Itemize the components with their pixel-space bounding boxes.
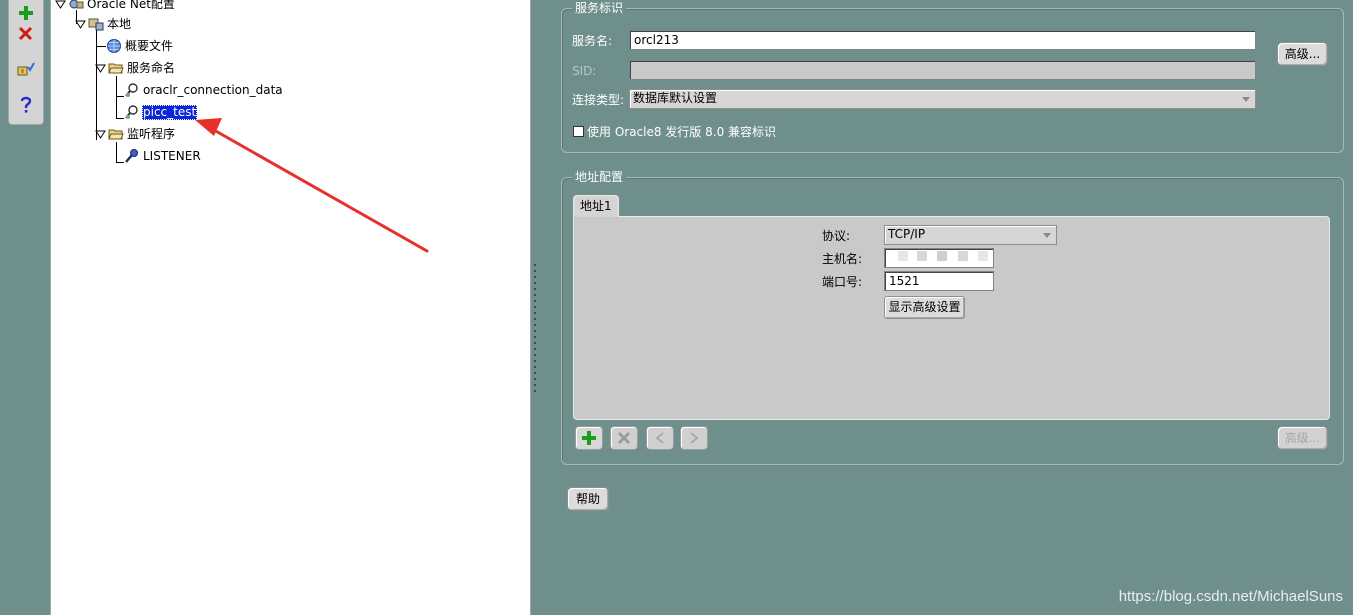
remove-address-button[interactable] — [610, 426, 638, 450]
collapse-toggle-icon[interactable] — [75, 19, 86, 30]
watermark: https://blog.csdn.net/MichaelSuns — [1118, 588, 1343, 605]
redaction-mask — [917, 251, 927, 261]
toolbar — [8, 0, 44, 125]
tree-node-profile[interactable]: 概要文件 — [106, 37, 174, 55]
tree-connector — [116, 118, 124, 119]
protocol-select[interactable]: TCP/IP — [884, 225, 1057, 245]
tree-label-profile: 概要文件 — [125, 38, 174, 53]
tab-address-1[interactable]: 地址1 — [573, 195, 619, 217]
tree-node-service-2[interactable]: picc_test — [124, 103, 198, 121]
connection-type-label: 连接类型: — [572, 93, 625, 107]
add-button[interactable] — [14, 2, 38, 24]
tree-label-local: 本地 — [107, 16, 132, 31]
tree-label-service-2: picc_test — [142, 104, 198, 120]
help-tool-button[interactable] — [14, 94, 38, 116]
tree-connector — [116, 142, 117, 162]
tree-connector — [116, 76, 117, 118]
tree-node-service-naming[interactable]: 服务命名 — [95, 59, 176, 77]
show-advanced-settings-button[interactable]: 显示高级设置 — [884, 296, 965, 319]
sid-label: SID: — [572, 64, 597, 78]
redaction-mask — [978, 251, 988, 261]
test-connection-icon — [17, 62, 35, 76]
redaction-mask — [898, 251, 908, 261]
folder-open-icon — [108, 60, 124, 76]
address-advanced-button[interactable]: 高级... — [1277, 426, 1328, 450]
move-right-button[interactable] — [680, 426, 708, 450]
collapse-toggle-icon[interactable] — [55, 0, 66, 10]
protocol-label: 协议: — [822, 229, 851, 243]
tree-connector — [96, 46, 106, 47]
help-icon — [20, 96, 32, 113]
add-icon — [582, 431, 596, 445]
tree-node-listeners[interactable]: 监听程序 — [95, 125, 176, 143]
chevron-right-icon — [690, 432, 699, 444]
add-address-button[interactable] — [575, 426, 603, 450]
tree-label-root: Oracle Net配置 — [87, 0, 175, 11]
service-alias-icon — [124, 82, 140, 98]
redaction-mask — [958, 251, 968, 261]
address-config-title: 地址配置 — [572, 169, 627, 185]
panel-splitter[interactable] — [530, 0, 540, 615]
service-alias-icon — [124, 104, 140, 120]
tree-connector — [116, 96, 124, 97]
sid-input[interactable] — [629, 60, 1256, 80]
add-icon — [19, 6, 33, 20]
tree-node-service-1[interactable]: oraclr_connection_data — [124, 81, 284, 99]
collapse-toggle-icon[interactable] — [95, 129, 106, 140]
protocol-value: TCP/IP — [888, 227, 926, 241]
port-input[interactable] — [884, 271, 994, 291]
network-config-icon — [68, 0, 84, 12]
splitter-grip[interactable] — [534, 262, 536, 394]
connection-type-value: 数据库默认设置 — [633, 91, 718, 105]
delete-icon — [18, 26, 33, 41]
delete-icon — [617, 431, 631, 445]
test-connection-button[interactable] — [14, 58, 38, 80]
oracle8-compat-label: 使用 Oracle8 发行版 8.0 兼容标识 — [587, 125, 777, 139]
delete-button[interactable] — [14, 22, 38, 44]
service-name-input[interactable] — [629, 30, 1256, 50]
local-computer-icon — [88, 16, 104, 32]
tree-label-service-naming: 服务命名 — [127, 60, 176, 75]
service-advanced-button[interactable]: 高级... — [1277, 42, 1328, 66]
tree-connector — [116, 162, 124, 163]
port-label: 端口号: — [822, 275, 863, 289]
connection-type-select[interactable]: 数据库默认设置 — [629, 89, 1256, 109]
service-id-title: 服务标识 — [572, 0, 627, 16]
tree-label-listener-1: LISTENER — [143, 148, 201, 163]
chevron-down-icon — [1043, 233, 1051, 238]
checkbox-box[interactable] — [573, 126, 584, 137]
folder-open-icon — [108, 126, 124, 142]
navigation-tree: Oracle Net配置 本地 概要文件 服务命名 oraclr_connect… — [50, 0, 531, 615]
service-name-label: 服务名: — [572, 34, 613, 48]
chevron-left-icon — [655, 432, 664, 444]
tree-node-listener-1[interactable]: LISTENER — [124, 147, 202, 165]
tree-node-root[interactable]: Oracle Net配置 — [55, 0, 176, 13]
toolbar-strip — [0, 0, 50, 615]
move-left-button[interactable] — [646, 426, 674, 450]
redaction-mask — [937, 251, 947, 261]
oracle8-compat-checkbox[interactable]: 使用 Oracle8 发行版 8.0 兼容标识 — [573, 123, 776, 140]
help-button[interactable]: 帮助 — [567, 487, 609, 511]
tree-label-listeners: 监听程序 — [127, 126, 176, 141]
collapse-toggle-icon[interactable] — [95, 63, 106, 74]
listener-icon — [124, 148, 140, 164]
tree-node-local[interactable]: 本地 — [75, 15, 132, 33]
globe-icon — [106, 38, 122, 54]
chevron-down-icon — [1242, 97, 1250, 102]
tree-label-service-1: oraclr_connection_data — [143, 82, 283, 97]
host-label: 主机名: — [822, 252, 863, 266]
